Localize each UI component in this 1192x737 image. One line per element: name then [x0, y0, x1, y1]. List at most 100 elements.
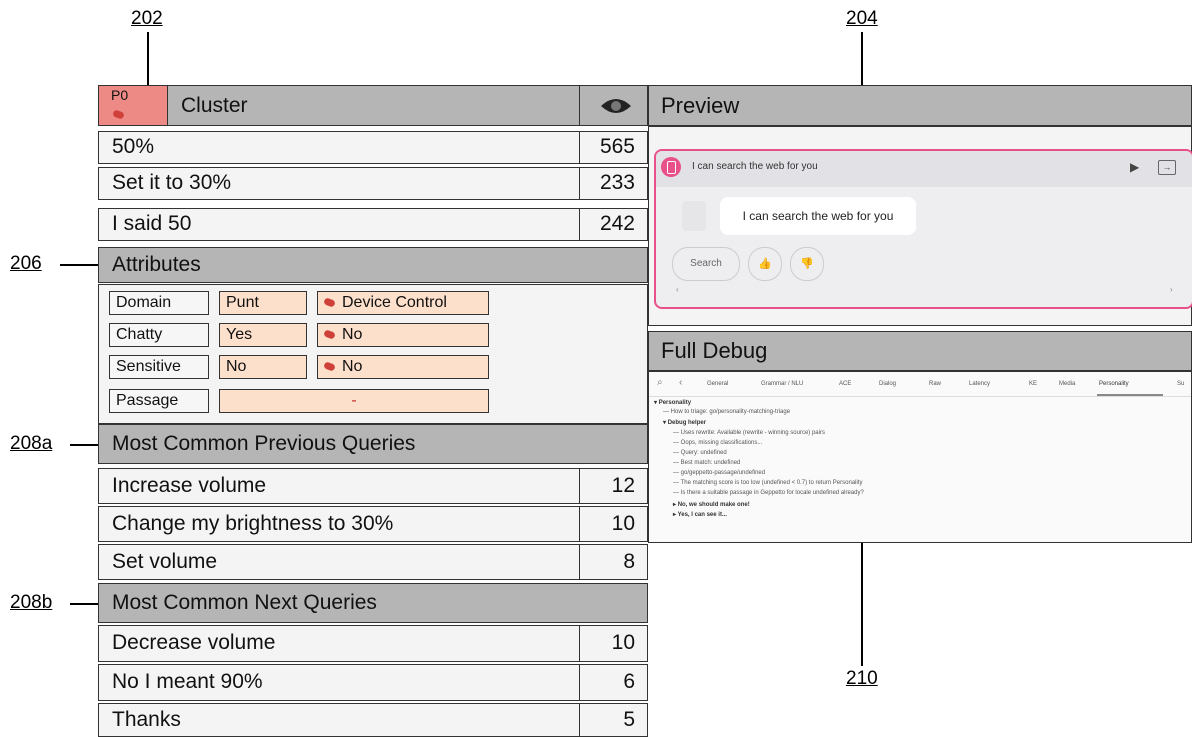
ref-210: 210	[846, 668, 878, 689]
previous-queries-title: Most Common Previous Queries	[112, 432, 416, 455]
attr-value: No	[219, 355, 307, 379]
query-count: 6	[623, 670, 635, 693]
debug-tab[interactable]: General	[707, 381, 728, 387]
debug-line: — Best match: undefined	[673, 460, 741, 466]
debug-header: Full Debug	[648, 331, 1192, 371]
next-query-row[interactable]: No I meant 90% 6	[98, 664, 648, 701]
ref-202: 202	[131, 8, 163, 29]
ref-204: 204	[846, 8, 878, 29]
debug-line: — The matching score is too low (undefin…	[673, 480, 863, 486]
debug-tab[interactable]: Media	[1059, 381, 1075, 387]
preview-panel: I can search the web for you ▶ → I can s…	[648, 126, 1192, 326]
attr-key: Sensitive	[109, 355, 209, 379]
query-text: 50%	[112, 135, 155, 158]
cluster-title: Cluster	[181, 94, 248, 117]
query-text: Set volume	[112, 550, 218, 573]
thumbs-up-icon[interactable]: 👍	[748, 247, 782, 281]
attributes-panel: Domain Punt Device Control Chatty Yes No…	[98, 284, 648, 424]
attr-predicted: No	[317, 323, 489, 347]
debug-line: — How to triage: go/personality-matching…	[663, 409, 791, 415]
next-query-row[interactable]: Decrease volume 10	[98, 625, 648, 662]
tag-icon	[323, 297, 336, 308]
query-count: 12	[611, 474, 635, 497]
query-text: Thanks	[112, 708, 181, 731]
query-text: No I meant 90%	[112, 670, 263, 693]
search-icon[interactable]: ⌕	[657, 377, 663, 388]
query-text: Increase volume	[112, 474, 267, 497]
next-queries-title: Most Common Next Queries	[112, 591, 377, 614]
debug-line: — Oops, missing classifications...	[673, 440, 763, 446]
debug-tab[interactable]: KE	[1029, 381, 1037, 387]
debug-line: ▾ Debug helper	[663, 420, 707, 426]
preview-header-text: I can search the web for you	[692, 161, 818, 172]
preview-card-header: I can search the web for you ▶ →	[656, 151, 1192, 187]
ref-208b: 208b	[10, 592, 53, 613]
preview-header: Preview	[648, 85, 1192, 126]
attr-predicted: No	[317, 355, 489, 379]
debug-line[interactable]: ▸ No, we should make one!	[673, 501, 750, 508]
ref-206: 206	[10, 253, 42, 274]
eye-icon[interactable]	[599, 96, 633, 121]
query-count: 565	[599, 135, 635, 158]
debug-tab[interactable]: Grammar / NLU	[761, 381, 803, 387]
chevron-left-icon[interactable]: ‹	[679, 377, 682, 388]
response-bubble: I can search the web for you	[720, 197, 916, 235]
query-text: Change my brightness to 30%	[112, 512, 394, 535]
assistant-icon	[661, 157, 681, 177]
query-count: 10	[611, 631, 635, 654]
priority-badge: P0	[99, 86, 168, 125]
previous-query-row[interactable]: Increase volume 12	[98, 468, 648, 504]
query-count: 242	[599, 212, 635, 235]
attributes-title: Attributes	[112, 253, 201, 276]
query-count: 5	[623, 708, 635, 731]
leader-line-208b	[70, 603, 100, 605]
attributes-header: Attributes	[98, 247, 648, 283]
attr-predicted-label: No	[342, 358, 363, 375]
attr-value: -	[219, 389, 489, 413]
cluster-row[interactable]: I said 50 242	[98, 208, 648, 241]
scroll-right-icon[interactable]: ›	[1170, 285, 1173, 294]
preview-card: I can search the web for you ▶ → I can s…	[654, 149, 1192, 309]
cluster-row[interactable]: 50% 565	[98, 131, 648, 164]
previous-queries-header: Most Common Previous Queries	[98, 424, 648, 464]
debug-line: — Is there a suitable passage in Geppett…	[673, 490, 864, 496]
leader-line-206	[60, 264, 100, 266]
attr-predicted-label: No	[342, 326, 363, 343]
attr-value: Punt	[219, 291, 307, 315]
cluster-header: P0 Cluster	[98, 85, 648, 126]
next-query-row[interactable]: Thanks 5	[98, 703, 648, 737]
attr-key: Passage	[109, 389, 209, 413]
scroll-left-icon[interactable]: ‹	[676, 285, 679, 294]
query-text: Decrease volume	[112, 631, 276, 654]
attr-value: Yes	[219, 323, 307, 347]
play-icon[interactable]: ▶	[1130, 160, 1139, 174]
attr-key: Chatty	[109, 323, 209, 347]
debug-line[interactable]: ▸ Yes, I can see it...	[673, 511, 727, 518]
debug-panel: ⌕ ‹ General Grammar / NLU ACE Dialog Raw…	[648, 371, 1192, 543]
debug-line: — go/geppetto-passage/undefined	[673, 470, 766, 476]
tag-icon	[323, 329, 336, 340]
priority-label: P0	[111, 87, 129, 103]
leader-line-208a	[70, 444, 100, 446]
previous-query-row[interactable]: Set volume 8	[98, 544, 648, 580]
debug-tab[interactable]: Raw	[929, 381, 941, 387]
debug-tab[interactable]: ACE	[839, 381, 851, 387]
query-count: 8	[623, 550, 635, 573]
query-count: 10	[611, 512, 635, 535]
tag-icon	[323, 361, 336, 372]
thumbs-down-icon[interactable]: 👎	[790, 247, 824, 281]
previous-query-row[interactable]: Change my brightness to 30% 10	[98, 506, 648, 542]
next-queries-header: Most Common Next Queries	[98, 583, 648, 623]
debug-tab[interactable]: Latency	[969, 381, 990, 387]
query-text: Set it to 30%	[112, 171, 232, 194]
exit-icon[interactable]: →	[1158, 160, 1176, 175]
query-count: 233	[599, 171, 635, 194]
avatar	[682, 201, 706, 231]
cluster-row[interactable]: Set it to 30% 233	[98, 167, 648, 200]
debug-tab[interactable]: Dialog	[879, 381, 896, 387]
search-chip[interactable]: Search	[672, 247, 740, 281]
debug-tab-active[interactable]: Personality	[1099, 381, 1129, 387]
debug-tab[interactable]: Su	[1177, 381, 1184, 387]
debug-line: — Query: undefined	[673, 450, 727, 456]
tag-icon	[112, 106, 131, 124]
